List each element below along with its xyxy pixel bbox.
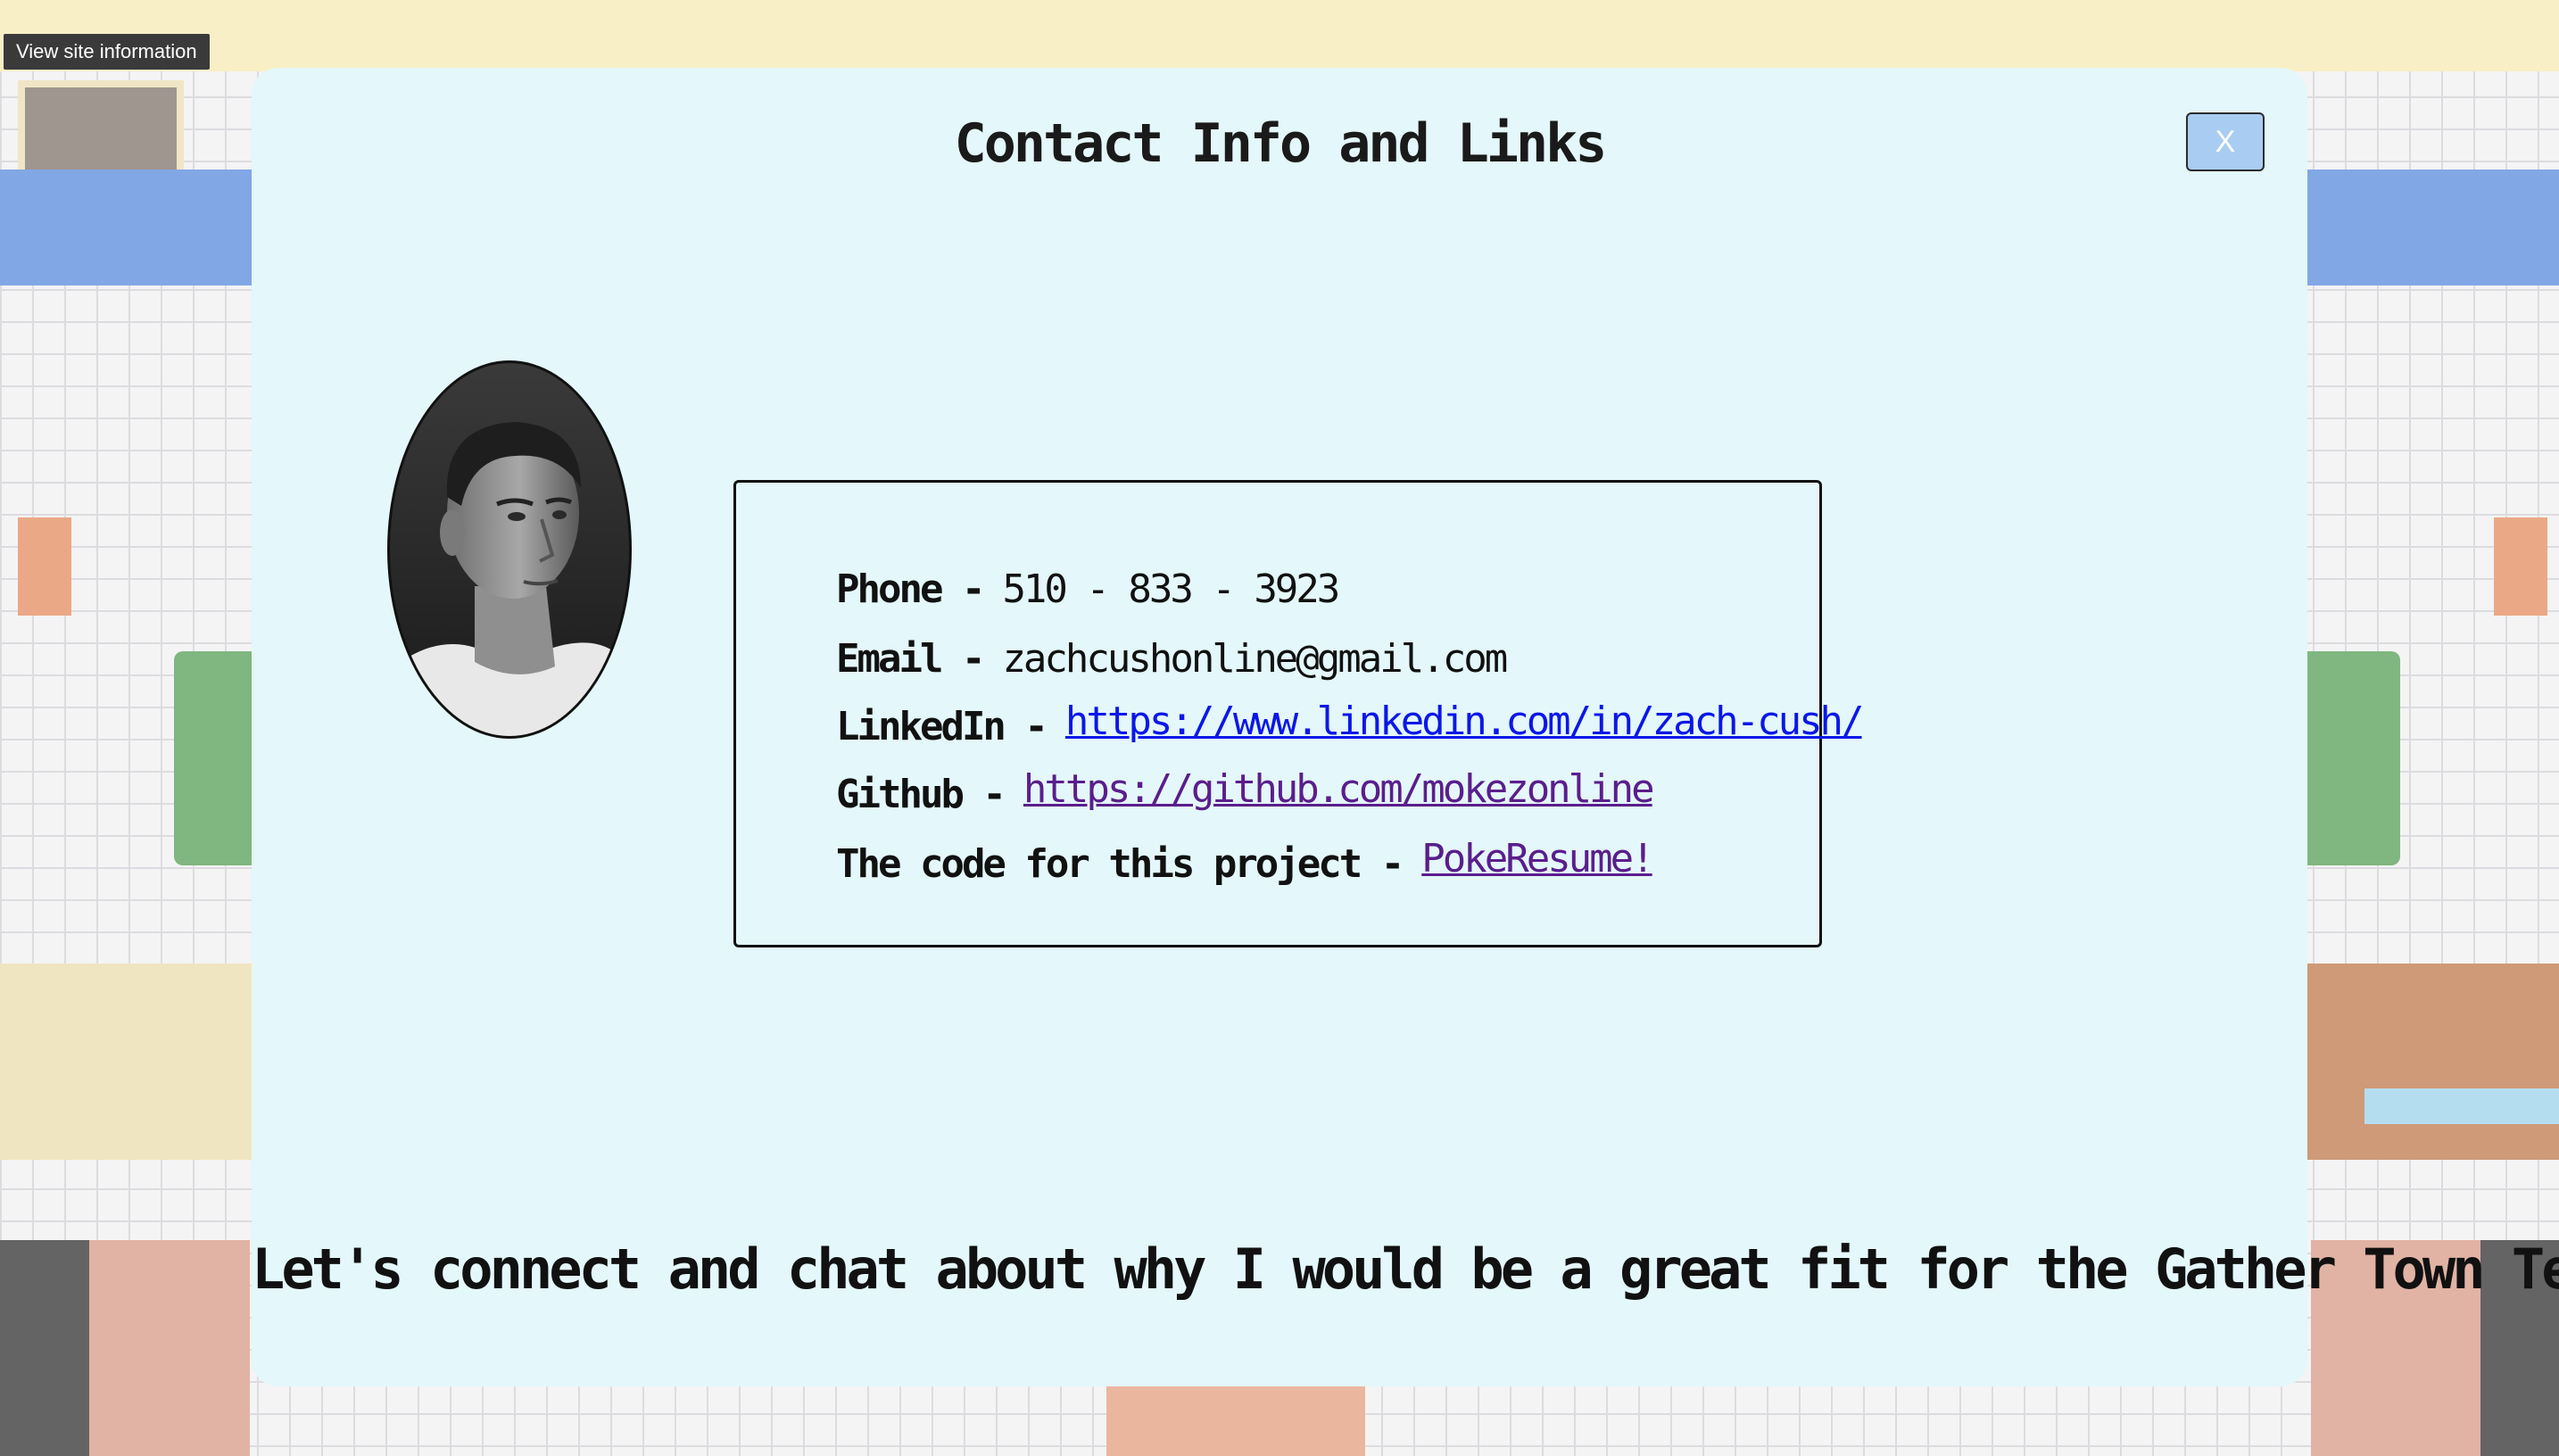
email-label: Email - — [836, 636, 985, 682]
github-label: Github - — [836, 772, 1006, 817]
contact-modal: Contact Info and Links X Phone - 510 - 8… — [252, 68, 2559, 1386]
contact-info-box: Phone - 510 - 833 - 3923 Email - zachcusho… — [733, 480, 1865, 947]
profile-photo-icon — [390, 363, 629, 736]
footer-message: Let's connect and chat about why I would… — [252, 1237, 2559, 1302]
project-code-link[interactable]: PokeResume! — [1421, 836, 1654, 881]
project-code-row: The code for this project - PokeResume! — [836, 836, 1655, 891]
modal-title: Contact Info and Links — [954, 112, 1608, 175]
linkedin-link[interactable]: https://www.linkedin.com/in/zach-cush/ — [1065, 699, 1865, 744]
github-link[interactable]: https://github.com/mokezonline — [1023, 766, 1655, 812]
phone-row: Phone - 510 - 833 - 3923 — [836, 563, 1340, 616]
site-info-tooltip: View site information — [4, 34, 210, 70]
avatar — [387, 360, 632, 739]
close-button[interactable]: X — [2186, 112, 2265, 171]
linkedin-row: LinkedIn - https://www.linkedin.com/in/za… — [836, 699, 1865, 754]
email-value: zachcushonline@gmail.com — [1002, 636, 1508, 682]
email-row: Email - zachcushonline@gmail.com — [836, 633, 1508, 686]
linkedin-label: LinkedIn - — [836, 704, 1048, 749]
github-row: Github - https://github.com/mokezonline — [836, 766, 1655, 822]
phone-value: 510 - 833 - 3923 — [1002, 567, 1340, 612]
project-code-label: The code for this project - — [836, 841, 1404, 887]
phone-label: Phone - — [836, 567, 985, 612]
